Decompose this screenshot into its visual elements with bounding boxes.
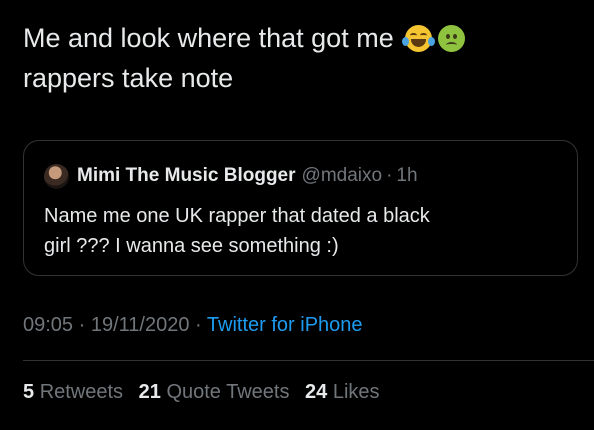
tweet-text-line-2: rappers take note	[23, 63, 234, 93]
quoted-tweet-display-name[interactable]: Mimi The Music Blogger	[77, 165, 296, 187]
tweet-time[interactable]: 09:05	[23, 314, 73, 336]
separator-dot: ·	[386, 165, 393, 186]
tweet-stats: 5 Retweets 21 Quote Tweets 24 Likes	[23, 381, 390, 404]
likes-stat[interactable]: 24 Likes	[305, 381, 380, 403]
likes-count: 24	[305, 381, 328, 403]
quote-tweets-count: 21	[138, 381, 161, 403]
quoted-tweet-time[interactable]: 1h	[396, 165, 417, 187]
quoted-tweet-text: Name me one UK rapper that dated a black…	[44, 201, 559, 261]
retweets-count: 5	[23, 381, 35, 403]
separator-dot: ·	[195, 314, 202, 336]
quoted-tweet-card[interactable]: Mimi The Music Blogger @mdaixo · 1h Name…	[23, 140, 578, 276]
quoted-tweet-text-line-1: Name me one UK rapper that dated a black	[44, 205, 430, 227]
nauseated-face-icon	[438, 25, 466, 52]
tweet-source-link[interactable]: Twitter for iPhone	[207, 314, 363, 336]
separator-dot: ·	[78, 314, 86, 336]
quoted-tweet-header: Mimi The Music Blogger @mdaixo · 1h	[44, 163, 418, 189]
retweets-label: Retweets	[39, 381, 124, 403]
likes-label: Likes	[332, 381, 380, 403]
tweet-text-line-1: Me and look where that got me	[23, 18, 583, 58]
face-with-tears-of-joy-icon	[402, 25, 436, 52]
avatar[interactable]	[44, 163, 69, 189]
tweet-date[interactable]: 19/11/2020	[91, 314, 190, 336]
tweet-text-line-1-content: Me and look where that got me	[23, 23, 394, 53]
quoted-tweet-text-line-2: girl ??? I wanna see something :)	[44, 235, 339, 257]
quoted-tweet-handle[interactable]: @mdaixo	[302, 165, 383, 187]
divider	[23, 360, 594, 361]
tweet-text: Me and look where that got me rappers ta…	[23, 18, 583, 98]
quote-tweets-stat[interactable]: 21 Quote Tweets	[139, 381, 290, 403]
retweets-stat[interactable]: 5 Retweets	[23, 381, 123, 403]
quote-tweets-label: Quote Tweets	[166, 381, 290, 403]
tweet-meta: 09:05 · 19/11/2020 · Twitter for iPhone	[23, 314, 363, 337]
